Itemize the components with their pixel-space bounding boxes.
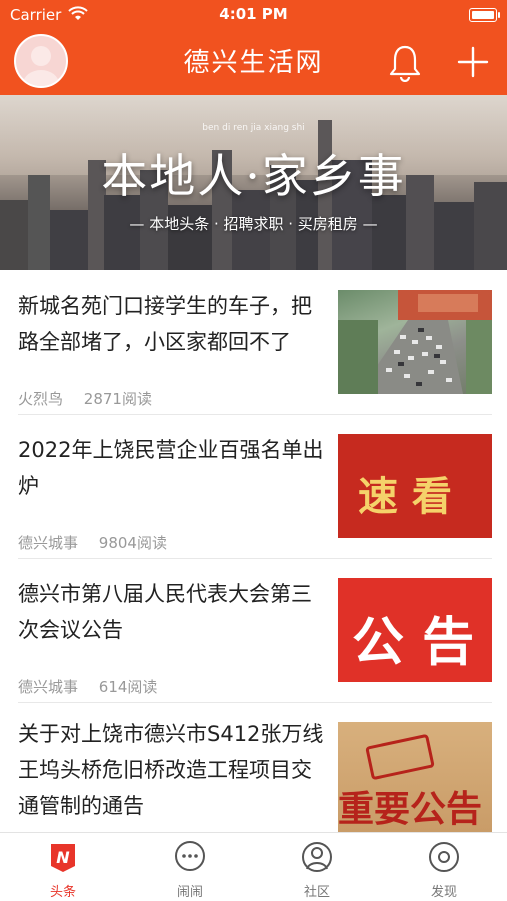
banner-subline: — 本地头条 · 招聘求职 · 买房租房 — <box>129 215 378 233</box>
news-item[interactable]: 关于对上饶市德兴市S412张万线王坞头桥危旧桥改造工程项目交通管制的通告 重要公… <box>18 702 492 846</box>
news-reads: 9804阅读 <box>98 534 167 552</box>
news-source: 德兴城事 <box>18 534 79 552</box>
battery-icon <box>469 8 500 22</box>
tab-chat[interactable]: 闹闹 <box>127 839 253 900</box>
svg-text:N: N <box>56 848 70 867</box>
community-icon <box>302 842 332 872</box>
chat-bubble-icon <box>175 841 205 871</box>
news-title: 德兴市第八届人民代表大会第三次会议公告 <box>18 582 312 642</box>
tab-label: 闹闹 <box>176 885 203 900</box>
news-title: 关于对上饶市德兴市S412张万线王坞头桥危旧桥改造工程项目交通管制的通告 <box>18 722 324 818</box>
tab-discover[interactable]: 发现 <box>381 839 507 900</box>
news-thumbnail: 公 告 <box>338 578 492 682</box>
top-header: Carrier 4:01 PM 德兴生活网 <box>0 0 507 95</box>
hero-banner[interactable]: ben di ren jia xiang shi 本地人·家乡事 — 本地头条 … <box>0 95 507 270</box>
news-meta: 火烈鸟 2871阅读 <box>18 388 168 409</box>
status-bar: Carrier 4:01 PM <box>0 0 507 30</box>
traffic-photo-image <box>338 290 492 394</box>
news-thumbnail <box>338 290 492 394</box>
banner-pinyin: ben di ren jia xiang shi <box>202 123 305 133</box>
discover-icon <box>429 842 459 872</box>
tab-label: 发现 <box>430 885 457 900</box>
status-time: 4:01 PM <box>219 5 288 23</box>
bell-icon[interactable] <box>386 42 424 82</box>
thumbnail-text: 速 看 <box>358 474 452 520</box>
tab-headlines[interactable]: N 头条 <box>0 839 126 900</box>
news-meta: 德兴城事 614阅读 <box>18 676 173 697</box>
news-n-icon: N <box>51 844 75 872</box>
add-icon[interactable] <box>454 42 492 82</box>
news-thumbnail: 重要公告 <box>338 722 492 832</box>
news-thumbnail: 速 看 <box>338 434 492 538</box>
thumbnail-text: 公 告 <box>352 613 475 673</box>
news-item[interactable]: 德兴市第八届人民代表大会第三次会议公告 德兴城事 614阅读 公 告 <box>18 558 492 703</box>
news-source: 德兴城事 <box>18 678 79 696</box>
news-title: 2022年上饶民营企业百强名单出炉 <box>18 438 324 498</box>
news-reads: 614阅读 <box>98 678 158 696</box>
banner-headline: 本地人·家乡事 <box>101 149 406 203</box>
stamp-seal <box>365 733 435 781</box>
tab-label: 社区 <box>303 885 330 900</box>
app-title: 德兴生活网 <box>183 48 324 78</box>
news-meta: 德兴城事 9804阅读 <box>18 532 183 553</box>
news-source: 火烈鸟 <box>18 390 64 408</box>
bottom-tab-bar: N 头条 闹闹 社区 发现 <box>0 832 507 901</box>
news-title: 新城名苑门口接学生的车子，把路全部堵了，小区家都回不了 <box>18 294 312 354</box>
news-reads: 2871阅读 <box>83 390 152 408</box>
thumbnail-text: 重要公告 <box>338 789 483 830</box>
tab-label: 头条 <box>49 885 76 900</box>
news-item[interactable]: 2022年上饶民营企业百强名单出炉 德兴城事 9804阅读 速 看 <box>18 414 492 559</box>
news-item[interactable]: 新城名苑门口接学生的车子，把路全部堵了，小区家都回不了 火烈鸟 2871阅读 <box>18 270 492 415</box>
tab-community[interactable]: 社区 <box>254 839 380 900</box>
